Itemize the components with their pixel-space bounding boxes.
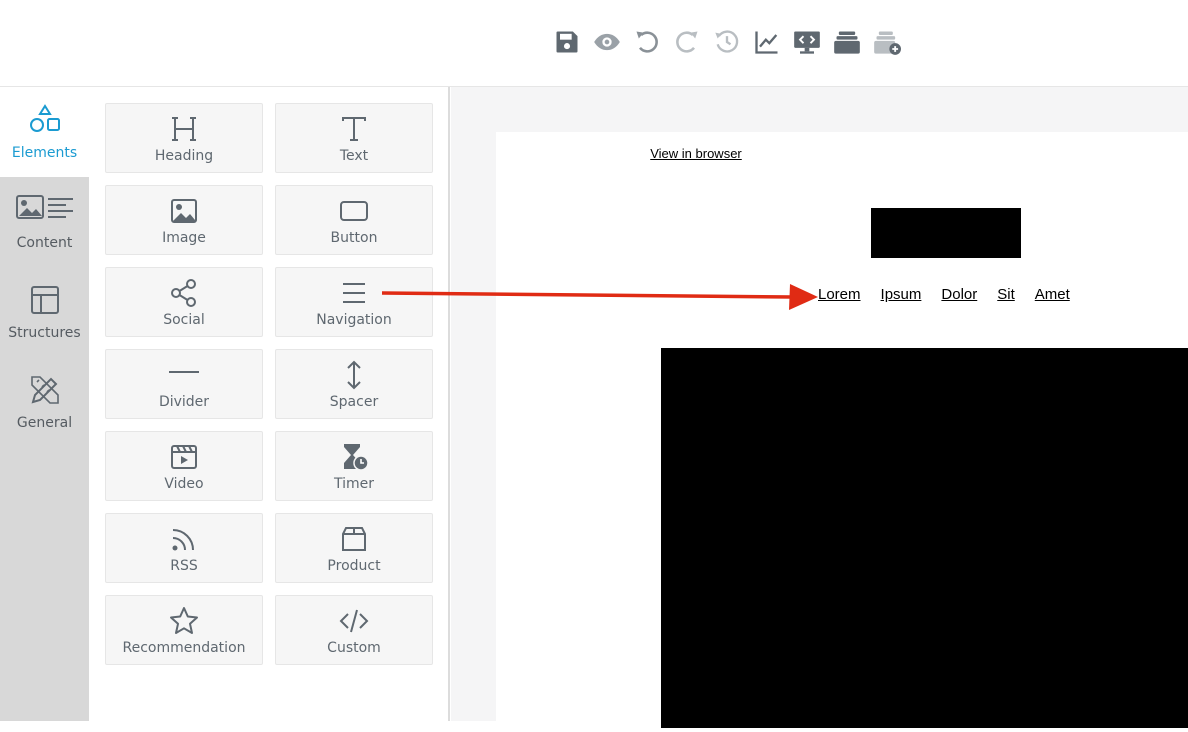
element-tile-spacer[interactable]: Spacer bbox=[275, 349, 433, 419]
divider-icon bbox=[169, 371, 199, 373]
share-icon bbox=[171, 279, 196, 307]
sidebar-item-content[interactable]: Content bbox=[0, 177, 89, 267]
stack-icon bbox=[834, 31, 860, 54]
tile-label: Recommendation bbox=[122, 640, 246, 656]
logo-placeholder[interactable] bbox=[871, 208, 1021, 258]
code-icon bbox=[339, 609, 369, 633]
element-tile-button[interactable]: Button bbox=[275, 185, 433, 255]
tile-label: Social bbox=[163, 312, 205, 328]
sidebar-item-structures[interactable]: Structures bbox=[0, 267, 89, 357]
preview-eye-icon bbox=[594, 33, 620, 51]
element-tile-rss[interactable]: RSS bbox=[105, 513, 263, 583]
element-tile-divider[interactable]: Divider bbox=[105, 349, 263, 419]
code-view-button[interactable] bbox=[787, 22, 827, 62]
analytics-button[interactable] bbox=[747, 22, 787, 62]
nav-link-ipsum[interactable]: Ipsum bbox=[881, 286, 922, 303]
element-tile-social[interactable]: Social bbox=[105, 267, 263, 337]
sidebar-item-label: Elements bbox=[11, 145, 78, 161]
annotation-arrow-icon bbox=[381, 284, 818, 310]
stack-button[interactable] bbox=[827, 22, 867, 62]
nav-link-lorem[interactable]: Lorem bbox=[818, 286, 861, 303]
nav-link-dolor[interactable]: Dolor bbox=[941, 286, 977, 303]
video-icon bbox=[171, 445, 197, 469]
element-tile-timer[interactable]: Timer bbox=[275, 431, 433, 501]
stack-add-button[interactable] bbox=[867, 22, 907, 62]
element-tile-video[interactable]: Video bbox=[105, 431, 263, 501]
nav-link-amet[interactable]: Amet bbox=[1035, 286, 1070, 303]
history-button[interactable] bbox=[707, 22, 747, 62]
sidebar-item-general[interactable]: General bbox=[0, 357, 89, 447]
sidebar-item-label: General bbox=[16, 415, 73, 431]
save-button[interactable] bbox=[547, 22, 587, 62]
email-navigation-menu[interactable]: Lorem Ipsum Dolor Sit Amet bbox=[818, 286, 1070, 303]
timer-icon bbox=[344, 444, 369, 471]
star-icon bbox=[170, 607, 198, 634]
sidebar-item-elements[interactable]: Elements bbox=[0, 87, 89, 177]
nav-link-sit[interactable]: Sit bbox=[997, 286, 1015, 303]
preview-button[interactable] bbox=[587, 22, 627, 62]
sidebar-item-label: Structures bbox=[8, 325, 81, 341]
email-preview: View in browser Lorem Ipsum Dolor Sit Am… bbox=[496, 132, 1188, 732]
element-tile-heading[interactable]: Heading bbox=[105, 103, 263, 173]
elements-panel: Heading Text Image Button Social Navigat… bbox=[89, 87, 450, 721]
tile-label: Product bbox=[327, 558, 381, 574]
analytics-chart-icon bbox=[755, 31, 778, 54]
element-tile-custom[interactable]: Custom bbox=[275, 595, 433, 665]
element-tile-product[interactable]: Product bbox=[275, 513, 433, 583]
history-icon bbox=[715, 30, 739, 53]
product-box-icon bbox=[342, 527, 366, 551]
stack-add-icon bbox=[874, 31, 901, 55]
left-sidebar: Elements Content Structures General bbox=[0, 87, 89, 721]
tile-label: Custom bbox=[327, 640, 381, 656]
content-blocks-icon bbox=[15, 195, 73, 219]
hero-image-placeholder[interactable] bbox=[661, 348, 1188, 728]
spacer-icon bbox=[347, 360, 361, 390]
top-bar bbox=[0, 0, 1188, 87]
tile-label: Video bbox=[164, 476, 204, 492]
code-view-monitor-icon bbox=[794, 31, 820, 54]
pencil-ruler-icon bbox=[30, 376, 59, 404]
tile-label: Spacer bbox=[329, 394, 379, 410]
button-icon bbox=[340, 201, 368, 221]
rss-icon bbox=[172, 529, 194, 551]
element-tile-recommendation[interactable]: Recommendation bbox=[105, 595, 263, 665]
undo-button[interactable] bbox=[627, 22, 667, 62]
save-icon bbox=[556, 31, 578, 53]
layout-icon bbox=[30, 286, 59, 314]
redo-button[interactable] bbox=[667, 22, 707, 62]
menu-icon bbox=[343, 283, 365, 303]
view-in-browser-link[interactable]: View in browser bbox=[247, 146, 1145, 161]
editor-canvas: View in browser Lorem Ipsum Dolor Sit Am… bbox=[451, 87, 1188, 732]
toolbar bbox=[547, 22, 907, 62]
shapes-icon bbox=[29, 104, 60, 132]
tile-label: Navigation bbox=[316, 312, 392, 328]
image-icon bbox=[171, 199, 197, 223]
tile-label: Button bbox=[330, 230, 378, 246]
undo-icon bbox=[636, 31, 658, 53]
tile-label: Divider bbox=[158, 394, 210, 410]
tile-label: RSS bbox=[170, 558, 198, 574]
tile-label: Image bbox=[162, 230, 206, 246]
redo-icon bbox=[676, 31, 698, 53]
sidebar-item-label: Content bbox=[16, 235, 73, 251]
heading-icon bbox=[172, 117, 196, 141]
tile-label: Heading bbox=[154, 148, 214, 164]
text-icon bbox=[342, 117, 366, 141]
tile-label: Timer bbox=[333, 476, 375, 492]
element-tile-text[interactable]: Text bbox=[275, 103, 433, 173]
element-tile-image[interactable]: Image bbox=[105, 185, 263, 255]
